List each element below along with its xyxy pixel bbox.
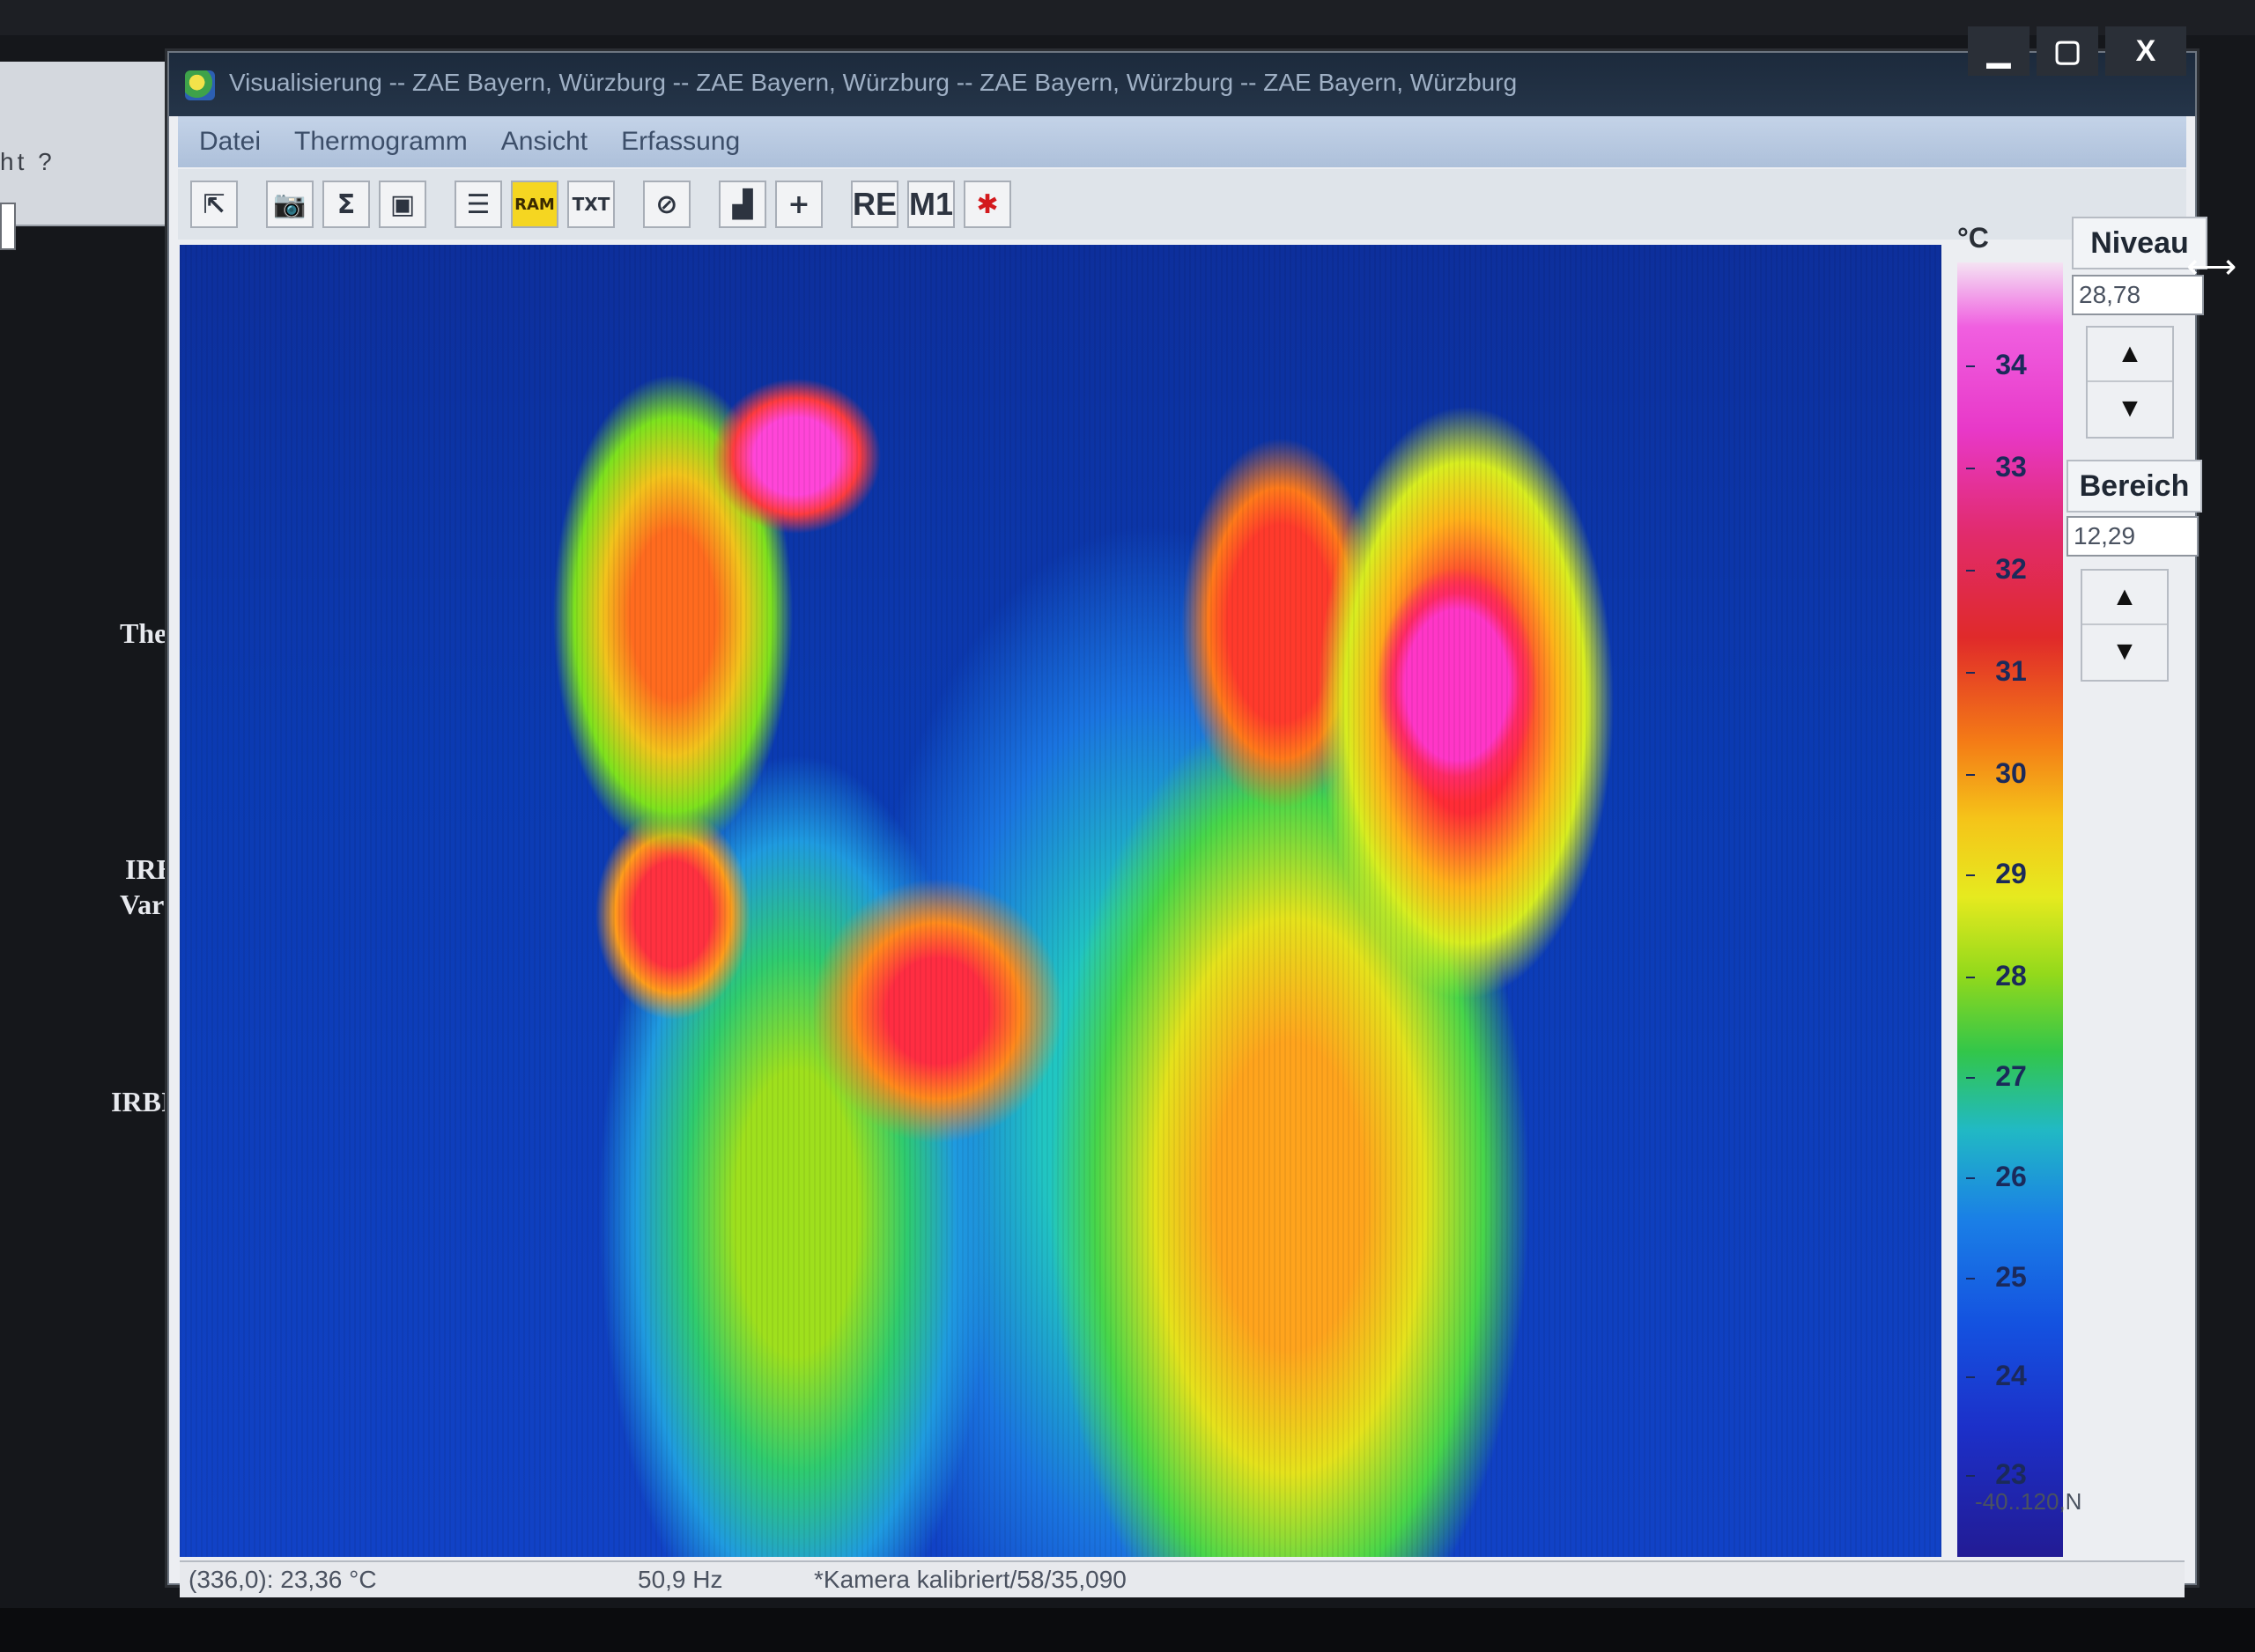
crosshair-icon[interactable]: +: [775, 181, 823, 228]
re-icon[interactable]: RE: [851, 181, 898, 228]
resize-cursor-icon: ⟷: [2186, 247, 2237, 286]
scale-tick: 33: [1963, 451, 2059, 483]
minimize-button[interactable]: ▁: [1968, 26, 2030, 76]
background-menu: ht ?: [0, 148, 55, 175]
app-icon: [185, 70, 215, 100]
title-bar[interactable]: Visualisierung -- ZAE Bayern, Würzburg -…: [169, 53, 2195, 116]
menu-bar: Datei Thermogramm Ansicht Erfassung: [178, 116, 2186, 167]
m1-icon[interactable]: M1: [907, 181, 955, 228]
niveau-spinner: ▲ ▼: [2086, 326, 2174, 439]
toolbar: ⇱ 📷 Σ ▣ ☰ RAM TXT ⊘ ▟ + RE M1 ✱: [178, 169, 2186, 240]
measurement-range: -40..120,N: [1975, 1488, 2082, 1515]
ram-icon[interactable]: RAM: [511, 181, 558, 228]
visualisierung-window: Visualisierung -- ZAE Bayern, Würzburg -…: [167, 26, 2237, 1597]
export-icon[interactable]: ⇱: [190, 181, 238, 228]
desktop-bottom-bezel: [0, 1608, 2255, 1652]
calibration-status: *Kamera kalibriert/58/35,090: [814, 1566, 1127, 1593]
monitor-icon[interactable]: ▣: [379, 181, 426, 228]
thermogram-image[interactable]: [180, 245, 1941, 1557]
sum-icon[interactable]: Σ: [322, 181, 370, 228]
background-field: [0, 203, 16, 250]
maximize-button[interactable]: ▢: [2037, 26, 2098, 76]
scale-tick: 27: [1963, 1060, 2059, 1093]
scale-tick: 34: [1963, 349, 2059, 381]
scale-tick: 31: [1963, 655, 2059, 688]
scale-tick: 25: [1963, 1261, 2059, 1294]
status-bar: (336,0): 23,36 °C 50,9 Hz *Kamera kalibr…: [180, 1560, 2185, 1597]
niveau-down-button[interactable]: ▼: [2088, 382, 2172, 435]
cursor-temperature: (336,0): 23,36 °C: [189, 1566, 377, 1593]
niveau-up-button[interactable]: ▲: [2088, 328, 2172, 382]
desktop-top-bar: [0, 0, 2255, 35]
bereich-value[interactable]: 12,29: [2066, 516, 2199, 557]
list-icon[interactable]: ☰: [455, 181, 502, 228]
camera-icon[interactable]: 📷: [266, 181, 314, 228]
close-button[interactable]: X: [2105, 26, 2186, 76]
bereich-label: Bereich: [2066, 460, 2202, 513]
menu-ansicht[interactable]: Ansicht: [501, 127, 588, 157]
bereich-spinner: ▲ ▼: [2081, 569, 2169, 682]
disk-icon[interactable]: ⊘: [643, 181, 691, 228]
niveau-value[interactable]: 28,78: [2072, 275, 2204, 315]
bereich-down-button[interactable]: ▼: [2082, 625, 2167, 678]
menu-datei[interactable]: Datei: [199, 127, 261, 157]
scale-tick: 28: [1963, 960, 2059, 992]
scale-tick: 23: [1963, 1458, 2059, 1491]
scale-tick: 29: [1963, 858, 2059, 890]
menu-erfassung[interactable]: Erfassung: [621, 127, 740, 157]
scale-tick: 26: [1963, 1161, 2059, 1193]
cross-marker-icon[interactable]: ✱: [964, 181, 1011, 228]
txt-icon[interactable]: TXT: [567, 181, 615, 228]
bereich-up-button[interactable]: ▲: [2082, 571, 2167, 625]
window-controls: ▁ ▢ X: [1968, 26, 2186, 76]
chart-icon[interactable]: ▟: [719, 181, 766, 228]
scale-unit: °C: [1957, 222, 1989, 254]
menu-thermogramm[interactable]: Thermogramm: [294, 127, 468, 157]
scale-tick: 32: [1963, 553, 2059, 586]
window-title: Visualisierung -- ZAE Bayern, Würzburg -…: [229, 69, 1518, 96]
scale-tick: 24: [1963, 1360, 2059, 1392]
scale-tick: 30: [1963, 757, 2059, 790]
frame-rate: 50,9 Hz: [638, 1566, 723, 1593]
